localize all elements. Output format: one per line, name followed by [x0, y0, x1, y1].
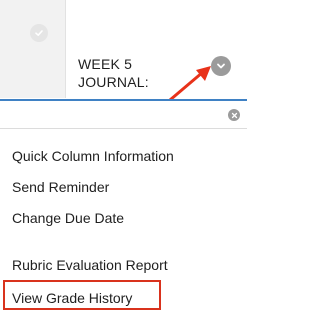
menu-item-rubric-evaluation-report[interactable]: Rubric Evaluation Report — [12, 256, 168, 274]
menu-item-change-due-date[interactable]: Change Due Date — [12, 209, 124, 227]
menu-item-quick-column-information[interactable]: Quick Column Information — [12, 147, 174, 165]
menu-item-view-grade-history[interactable]: View Grade History — [12, 289, 132, 307]
column-title-line1: WEEK 5 — [78, 56, 133, 72]
callout-arrow-annotation — [168, 66, 211, 102]
column-options-menu: Quick Column Information Send Reminder C… — [0, 130, 247, 332]
chevron-down-icon — [217, 63, 225, 69]
checkmark-circle-icon[interactable] — [30, 24, 48, 42]
select-column-cell — [0, 0, 66, 98]
menu-item-send-reminder[interactable]: Send Reminder — [12, 178, 109, 196]
column-title: WEEK 5 JOURNAL: — [78, 55, 149, 91]
column-filter-row — [0, 99, 247, 129]
column-filter-input[interactable] — [0, 101, 220, 128]
close-icon[interactable] — [228, 109, 240, 121]
column-title-line2: JOURNAL: — [78, 74, 149, 90]
